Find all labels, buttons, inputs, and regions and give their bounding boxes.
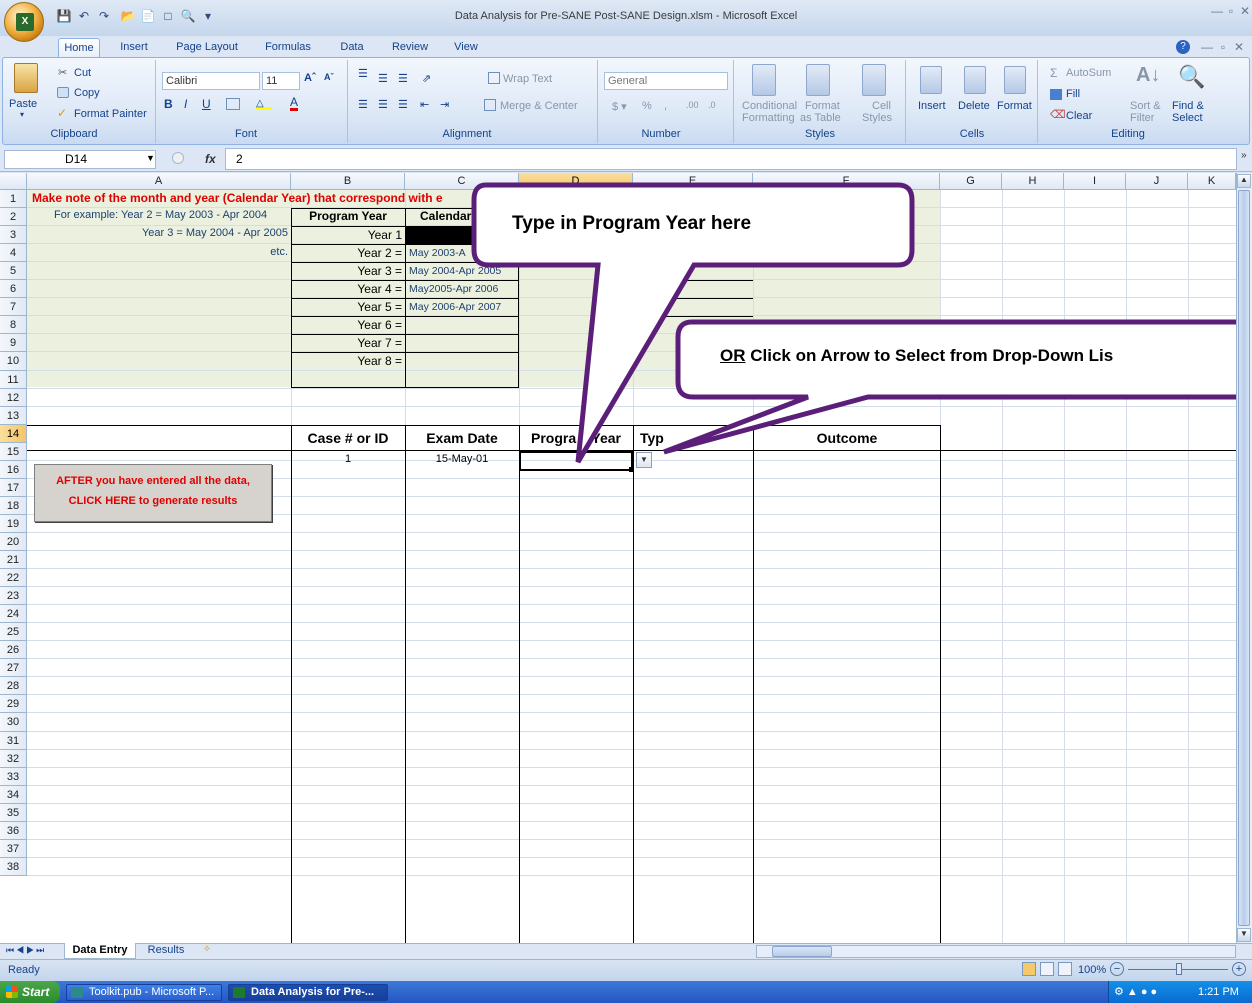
- sheet-nav-icons[interactable]: ⏮◀▶⏭: [6, 945, 46, 956]
- windows-logo-icon: [6, 986, 18, 998]
- zoom-slider-thumb[interactable]: [1176, 963, 1182, 975]
- excel-taskbar-icon: [233, 987, 245, 998]
- callout-2-shape: [663, 319, 1252, 455]
- excel-logo-icon: X: [16, 13, 34, 31]
- scroll-down-icon[interactable]: ▼: [1237, 928, 1251, 942]
- callout-2-or: OR: [720, 346, 746, 365]
- callout-2-rest: Click on Arrow to Select from Drop-Down …: [745, 346, 1114, 365]
- sheet-tab-results[interactable]: Results: [140, 943, 192, 959]
- insert-sheet-icon[interactable]: ✧: [196, 944, 218, 958]
- zoom-in-icon[interactable]: +: [1232, 962, 1246, 976]
- tray-icons[interactable]: ⚙ ▲ ● ●: [1114, 985, 1157, 998]
- publisher-icon: [71, 987, 83, 998]
- vertical-scroll-thumb[interactable]: [1238, 190, 1250, 926]
- office-button[interactable]: X: [4, 2, 44, 42]
- clock: 1:21 PM: [1198, 986, 1239, 998]
- zoom-out-icon[interactable]: −: [1110, 962, 1124, 976]
- normal-view-icon[interactable]: [1022, 962, 1036, 976]
- scroll-up-icon[interactable]: ▲: [1237, 174, 1251, 188]
- callout-shapes: [471, 182, 1252, 464]
- taskbar-item-excel[interactable]: Data Analysis for Pre-...: [228, 984, 388, 1001]
- callout-2-text: OR Click on Arrow to Select from Drop-Do…: [720, 346, 1113, 366]
- callout-1-text: Type in Program Year here: [512, 213, 752, 234]
- taskbar-item-toolkit[interactable]: Toolkit.pub - Microsoft P...: [66, 984, 222, 1001]
- page-layout-view-icon[interactable]: [1040, 962, 1054, 976]
- sheet-tab-data-entry[interactable]: Data Entry: [64, 943, 136, 959]
- status-ready: Ready: [8, 964, 40, 976]
- page-break-view-icon[interactable]: [1058, 962, 1072, 976]
- horizontal-scroll-thumb[interactable]: [772, 946, 832, 957]
- zoom-level[interactable]: 100%: [1078, 964, 1106, 976]
